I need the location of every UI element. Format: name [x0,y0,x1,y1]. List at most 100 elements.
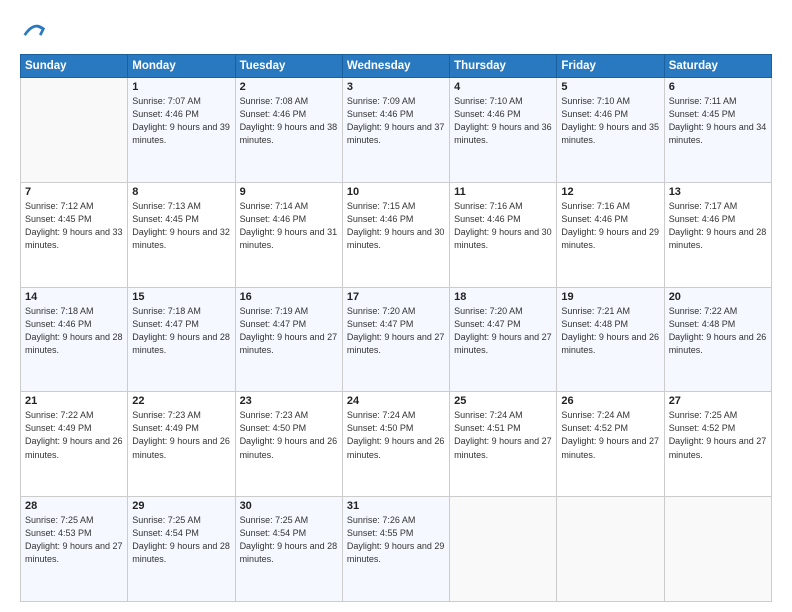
weekday-friday: Friday [557,55,664,78]
day-info: Sunrise: 7:25 AMSunset: 4:54 PMDaylight:… [132,514,230,566]
day-number: 21 [25,395,123,407]
day-number: 19 [561,291,659,303]
day-number: 29 [132,500,230,512]
day-info: Sunrise: 7:25 AMSunset: 4:53 PMDaylight:… [25,514,123,566]
day-info: Sunrise: 7:26 AMSunset: 4:55 PMDaylight:… [347,514,445,566]
calendar-cell: 5 Sunrise: 7:10 AMSunset: 4:46 PMDayligh… [557,78,664,183]
day-number: 11 [454,186,552,198]
calendar-cell: 6 Sunrise: 7:11 AMSunset: 4:45 PMDayligh… [664,78,771,183]
day-info: Sunrise: 7:24 AMSunset: 4:52 PMDaylight:… [561,409,659,461]
day-number: 26 [561,395,659,407]
weekday-sunday: Sunday [21,55,128,78]
calendar-cell: 21 Sunrise: 7:22 AMSunset: 4:49 PMDaylig… [21,392,128,497]
day-number: 25 [454,395,552,407]
day-number: 18 [454,291,552,303]
calendar-cell: 16 Sunrise: 7:19 AMSunset: 4:47 PMDaylig… [235,287,342,392]
calendar-cell: 31 Sunrise: 7:26 AMSunset: 4:55 PMDaylig… [342,497,449,602]
calendar-cell [21,78,128,183]
calendar-cell [664,497,771,602]
calendar-cell: 2 Sunrise: 7:08 AMSunset: 4:46 PMDayligh… [235,78,342,183]
day-info: Sunrise: 7:22 AMSunset: 4:49 PMDaylight:… [25,409,123,461]
day-number: 28 [25,500,123,512]
calendar-cell: 7 Sunrise: 7:12 AMSunset: 4:45 PMDayligh… [21,182,128,287]
day-number: 5 [561,81,659,93]
day-number: 15 [132,291,230,303]
day-info: Sunrise: 7:16 AMSunset: 4:46 PMDaylight:… [561,200,659,252]
day-number: 24 [347,395,445,407]
day-number: 16 [240,291,338,303]
logo [20,18,52,46]
calendar-cell: 10 Sunrise: 7:15 AMSunset: 4:46 PMDaylig… [342,182,449,287]
calendar-cell [450,497,557,602]
day-number: 31 [347,500,445,512]
day-number: 6 [669,81,767,93]
calendar-cell: 18 Sunrise: 7:20 AMSunset: 4:47 PMDaylig… [450,287,557,392]
calendar-cell: 23 Sunrise: 7:23 AMSunset: 4:50 PMDaylig… [235,392,342,497]
day-info: Sunrise: 7:14 AMSunset: 4:46 PMDaylight:… [240,200,338,252]
day-info: Sunrise: 7:11 AMSunset: 4:45 PMDaylight:… [669,95,767,147]
day-info: Sunrise: 7:07 AMSunset: 4:46 PMDaylight:… [132,95,230,147]
day-info: Sunrise: 7:23 AMSunset: 4:50 PMDaylight:… [240,409,338,461]
day-info: Sunrise: 7:24 AMSunset: 4:50 PMDaylight:… [347,409,445,461]
calendar-cell: 25 Sunrise: 7:24 AMSunset: 4:51 PMDaylig… [450,392,557,497]
day-number: 23 [240,395,338,407]
day-number: 14 [25,291,123,303]
day-number: 20 [669,291,767,303]
day-number: 4 [454,81,552,93]
page: SundayMondayTuesdayWednesdayThursdayFrid… [0,0,792,612]
day-number: 3 [347,81,445,93]
day-info: Sunrise: 7:23 AMSunset: 4:49 PMDaylight:… [132,409,230,461]
day-number: 12 [561,186,659,198]
day-number: 13 [669,186,767,198]
calendar-cell [557,497,664,602]
day-number: 27 [669,395,767,407]
day-info: Sunrise: 7:08 AMSunset: 4:46 PMDaylight:… [240,95,338,147]
day-info: Sunrise: 7:24 AMSunset: 4:51 PMDaylight:… [454,409,552,461]
day-info: Sunrise: 7:25 AMSunset: 4:54 PMDaylight:… [240,514,338,566]
calendar-cell: 12 Sunrise: 7:16 AMSunset: 4:46 PMDaylig… [557,182,664,287]
calendar-week-5: 28 Sunrise: 7:25 AMSunset: 4:53 PMDaylig… [21,497,772,602]
calendar-cell: 27 Sunrise: 7:25 AMSunset: 4:52 PMDaylig… [664,392,771,497]
day-info: Sunrise: 7:22 AMSunset: 4:48 PMDaylight:… [669,305,767,357]
day-info: Sunrise: 7:20 AMSunset: 4:47 PMDaylight:… [347,305,445,357]
calendar-week-1: 1 Sunrise: 7:07 AMSunset: 4:46 PMDayligh… [21,78,772,183]
calendar-cell: 14 Sunrise: 7:18 AMSunset: 4:46 PMDaylig… [21,287,128,392]
calendar-cell: 4 Sunrise: 7:10 AMSunset: 4:46 PMDayligh… [450,78,557,183]
weekday-header-row: SundayMondayTuesdayWednesdayThursdayFrid… [21,55,772,78]
day-info: Sunrise: 7:18 AMSunset: 4:46 PMDaylight:… [25,305,123,357]
day-number: 7 [25,186,123,198]
day-number: 2 [240,81,338,93]
day-number: 17 [347,291,445,303]
day-number: 1 [132,81,230,93]
calendar-cell: 24 Sunrise: 7:24 AMSunset: 4:50 PMDaylig… [342,392,449,497]
calendar-cell: 3 Sunrise: 7:09 AMSunset: 4:46 PMDayligh… [342,78,449,183]
weekday-thursday: Thursday [450,55,557,78]
weekday-monday: Monday [128,55,235,78]
day-info: Sunrise: 7:10 AMSunset: 4:46 PMDaylight:… [454,95,552,147]
weekday-wednesday: Wednesday [342,55,449,78]
weekday-saturday: Saturday [664,55,771,78]
calendar-cell: 13 Sunrise: 7:17 AMSunset: 4:46 PMDaylig… [664,182,771,287]
day-info: Sunrise: 7:16 AMSunset: 4:46 PMDaylight:… [454,200,552,252]
day-number: 8 [132,186,230,198]
day-info: Sunrise: 7:25 AMSunset: 4:52 PMDaylight:… [669,409,767,461]
calendar-table: SundayMondayTuesdayWednesdayThursdayFrid… [20,54,772,602]
day-number: 10 [347,186,445,198]
calendar-body: 1 Sunrise: 7:07 AMSunset: 4:46 PMDayligh… [21,78,772,602]
day-info: Sunrise: 7:12 AMSunset: 4:45 PMDaylight:… [25,200,123,252]
calendar-cell: 15 Sunrise: 7:18 AMSunset: 4:47 PMDaylig… [128,287,235,392]
calendar-cell: 30 Sunrise: 7:25 AMSunset: 4:54 PMDaylig… [235,497,342,602]
calendar-week-3: 14 Sunrise: 7:18 AMSunset: 4:46 PMDaylig… [21,287,772,392]
day-info: Sunrise: 7:18 AMSunset: 4:47 PMDaylight:… [132,305,230,357]
day-info: Sunrise: 7:15 AMSunset: 4:46 PMDaylight:… [347,200,445,252]
day-number: 22 [132,395,230,407]
calendar-cell: 8 Sunrise: 7:13 AMSunset: 4:45 PMDayligh… [128,182,235,287]
calendar-cell: 20 Sunrise: 7:22 AMSunset: 4:48 PMDaylig… [664,287,771,392]
calendar-cell: 1 Sunrise: 7:07 AMSunset: 4:46 PMDayligh… [128,78,235,183]
calendar-cell: 17 Sunrise: 7:20 AMSunset: 4:47 PMDaylig… [342,287,449,392]
calendar-cell: 9 Sunrise: 7:14 AMSunset: 4:46 PMDayligh… [235,182,342,287]
day-info: Sunrise: 7:13 AMSunset: 4:45 PMDaylight:… [132,200,230,252]
day-info: Sunrise: 7:09 AMSunset: 4:46 PMDaylight:… [347,95,445,147]
header [20,18,772,46]
weekday-tuesday: Tuesday [235,55,342,78]
